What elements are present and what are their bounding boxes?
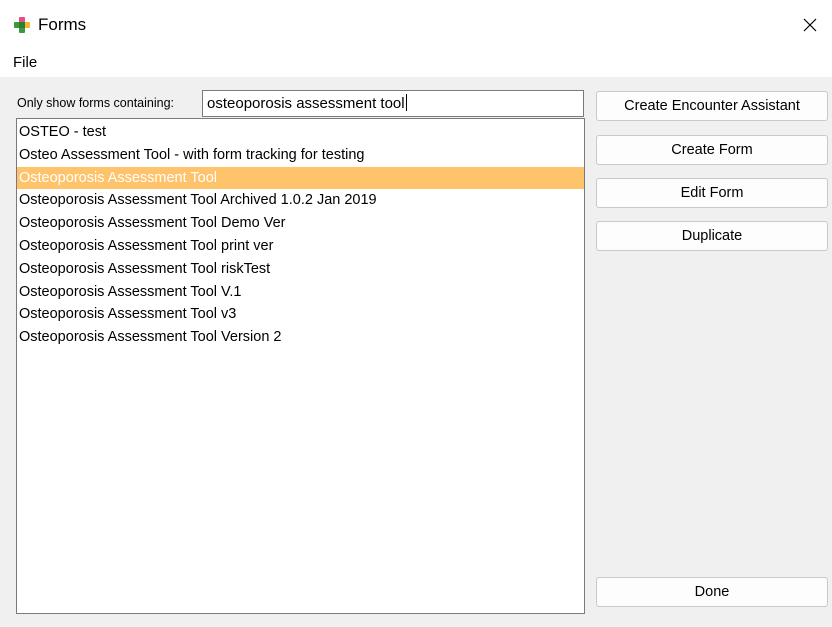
list-item[interactable]: Osteoporosis Assessment Tool Version 2 (17, 326, 584, 349)
create-encounter-assistant-button[interactable]: Create Encounter Assistant (596, 91, 828, 121)
list-item[interactable]: Osteoporosis Assessment Tool print ver (17, 235, 584, 258)
list-item[interactable]: Osteoporosis Assessment Tool riskTest (17, 258, 584, 281)
window-title: Forms (38, 15, 87, 34)
done-button[interactable]: Done (596, 577, 828, 607)
edit-form-button[interactable]: Edit Form (596, 178, 828, 208)
menu-file[interactable]: File (12, 54, 38, 72)
filter-input-value: osteoporosis assessment tool (207, 95, 405, 112)
close-button[interactable] (788, 0, 832, 50)
forms-window: Forms File Only show forms containing: o… (0, 0, 832, 627)
filter-label: Only show forms containing: (17, 96, 175, 110)
menu-bar: File (0, 50, 832, 77)
list-item[interactable]: Osteoporosis Assessment Tool v3 (17, 303, 584, 326)
text-caret (405, 94, 407, 111)
close-icon (803, 18, 817, 32)
list-item[interactable]: OSTEO - test (17, 121, 584, 144)
list-item[interactable]: Osteoporosis Assessment Tool Archived 1.… (17, 189, 584, 212)
list-item-selected[interactable]: Osteoporosis Assessment Tool (17, 166, 584, 190)
duplicate-button[interactable]: Duplicate (596, 221, 828, 251)
title-bar: Forms (0, 0, 832, 50)
create-form-button[interactable]: Create Form (596, 135, 828, 165)
list-item[interactable]: Osteoporosis Assessment Tool V.1 (17, 281, 584, 304)
list-item[interactable]: Osteoporosis Assessment Tool Demo Ver (17, 212, 584, 235)
list-item[interactable]: Osteo Assessment Tool - with form tracki… (17, 144, 584, 167)
filter-input[interactable]: osteoporosis assessment tool (202, 90, 584, 117)
forms-list[interactable]: OSTEO - test Osteo Assessment Tool - wit… (16, 118, 585, 614)
puzzle-piece-icon (13, 16, 31, 34)
